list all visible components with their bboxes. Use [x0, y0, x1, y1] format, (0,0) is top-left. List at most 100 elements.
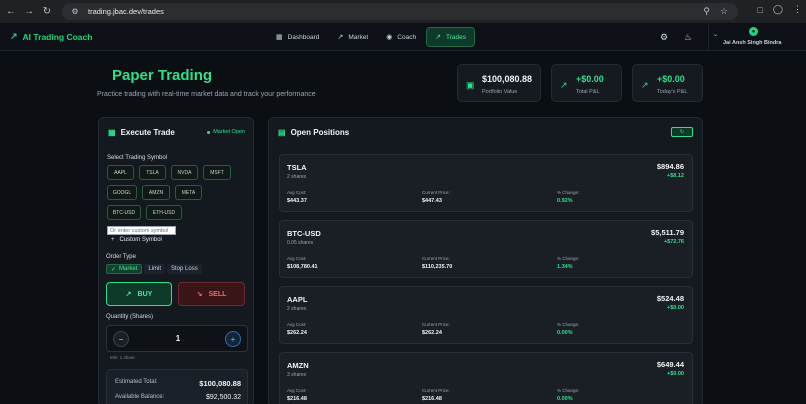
available-balance-row: Available Balance: $92,500.32 — [115, 394, 241, 401]
percent-change-label: % Change: — [557, 190, 580, 195]
nav-market[interactable]: ↗ Market — [329, 27, 376, 47]
profile-icon[interactable]: ◯ — [773, 4, 783, 15]
select-symbol-label: Select Trading Symbol — [107, 155, 168, 161]
custom-symbol-input[interactable]: Or enter custom symbol — [107, 226, 176, 235]
estimated-total-value: $100,080.88 — [199, 379, 241, 388]
symbol-chip[interactable]: META — [175, 185, 202, 200]
brand-logo[interactable]: ↗ AI Trading Coach — [10, 31, 92, 42]
position-pnl: +$8.12 — [667, 173, 684, 179]
execute-trade-panel: ▦ Execute Trade Market Open Select Tradi… — [98, 117, 254, 404]
increment-button[interactable]: + — [225, 331, 241, 347]
nav-dashboard[interactable]: ▦ Dashboard — [268, 27, 327, 47]
symbol-chip[interactable]: AMZN — [142, 185, 170, 200]
percent-change: % Change: 0.00% — [557, 388, 579, 402]
symbol-chip[interactable]: AAPL — [107, 165, 134, 180]
position-card[interactable]: TSLA 2 shares $894.86 +$8.12 Avg Cost: $4… — [279, 154, 693, 212]
position-pnl: +$0.00 — [667, 371, 684, 377]
browser-chrome: ← → ↻ ⚙ trading.jbac.dev/trades ⚲ ☆ □ ◯ … — [0, 0, 806, 23]
custom-symbol-label: Custom Symbol — [119, 237, 162, 243]
current-price-value: $262.24 — [422, 330, 442, 336]
percent-change: % Change: 0.00% — [557, 322, 579, 336]
position-card[interactable]: AMZN 3 shares $649.44 +$0.00 Avg Cost: $2… — [279, 352, 693, 404]
position-symbol: AAPL — [287, 295, 308, 304]
extensions-icon[interactable]: □ — [757, 5, 762, 15]
buy-label: BUY — [137, 290, 153, 298]
order-type-stop-loss[interactable]: Stop Loss — [167, 264, 202, 274]
open-positions-title: Open Positions — [290, 128, 350, 137]
avg-cost-value: $443.37 — [287, 198, 307, 204]
avg-cost-label: Avg Cost: — [287, 388, 307, 393]
quantity-hint: Min: 1 share — [110, 355, 135, 360]
user-menu[interactable]: ⌄ ● Jai Ansh Singh Bindra — [708, 23, 806, 51]
avg-cost-value: $262.24 — [287, 330, 307, 336]
stat-value: +$0.00 — [657, 74, 685, 84]
current-price-label: Current Price: — [422, 388, 450, 393]
brand-name: AI Trading Coach — [22, 31, 93, 42]
position-value: $524.48 — [656, 294, 684, 303]
trade-icon: ▦ — [108, 128, 116, 137]
nav-trades-label: Trades — [445, 33, 466, 41]
order-type-label: Order Type — [106, 254, 136, 260]
nav-coach[interactable]: ◉ Coach — [378, 27, 424, 47]
bookmark-star-icon[interactable]: ☆ — [720, 6, 728, 17]
position-shares: 2 shares — [287, 306, 307, 312]
market-status-text: Market Open — [213, 129, 245, 135]
order-type-limit[interactable]: Limit — [144, 264, 166, 274]
top-nav: ▦ Dashboard ↗ Market ◉ Coach ↗ Trades — [268, 27, 475, 47]
refresh-button[interactable]: ↻ — [671, 127, 693, 137]
estimated-total-label: Estimated Total: — [115, 379, 158, 385]
stat-label: Total P&L — [576, 89, 600, 95]
open-positions-panel: ▤ Open Positions ↻ TSLA 2 shares $894.86… — [268, 117, 703, 404]
check-icon: ✓ — [111, 266, 117, 273]
reload-icon[interactable]: ↻ — [40, 5, 54, 19]
stat-value: $100,080.88 — [482, 74, 533, 84]
position-card[interactable]: AAPL 2 shares $524.48 +$0.00 Avg Cost: $2… — [279, 286, 693, 344]
symbol-chip[interactable]: NVDA — [171, 165, 198, 180]
nav-market-label: Market — [348, 33, 369, 41]
symbol-chip[interactable]: TSLA — [139, 165, 166, 180]
symbol-chip[interactable]: BTC-USD — [107, 205, 141, 220]
symbol-chip[interactable]: GOOGL — [107, 185, 137, 200]
avg-cost-label: Avg Cost: — [287, 190, 307, 195]
trend-down-icon: ↘ — [196, 291, 203, 298]
address-bar[interactable]: ⚙ trading.jbac.dev/trades — [62, 3, 738, 20]
position-shares: 0.05 shares — [287, 240, 314, 246]
sell-button[interactable]: ↘ SELL — [178, 282, 245, 306]
percent-change: % Change: 1.34% — [557, 256, 579, 270]
trend-up-icon: ↗ — [641, 80, 649, 90]
position-symbol: BTC-USD — [287, 229, 321, 238]
stat-today-pnl: ↗ +$0.00 Today's P&L — [632, 64, 703, 102]
position-value: $649.44 — [656, 360, 684, 369]
trend-logo-icon: ↗ — [10, 31, 18, 41]
percent-change-value: 0.00% — [557, 396, 573, 402]
site-settings-icon[interactable]: ⚙ — [70, 7, 80, 17]
trend-icon: ↗ — [435, 34, 441, 41]
symbol-chip[interactable]: MSFT — [203, 165, 231, 180]
position-shares: 3 shares — [287, 372, 307, 378]
pin-icon: ◉ — [386, 34, 393, 41]
available-balance-value: $92,500.32 — [205, 394, 241, 401]
forward-icon[interactable]: → — [22, 5, 36, 19]
nav-coach-label: Coach — [397, 33, 417, 41]
percent-change-label: % Change: — [557, 322, 580, 327]
nav-trades[interactable]: ↗ Trades — [426, 27, 475, 47]
position-symbol: TSLA — [287, 163, 307, 172]
avg-cost: Avg Cost: $216.48 — [287, 388, 307, 402]
custom-symbol-button[interactable]: + Custom Symbol — [111, 237, 162, 243]
open-positions-header: ▤ Open Positions — [278, 128, 349, 137]
current-price-value: $216.48 — [422, 396, 442, 402]
bell-icon[interactable]: ♨ — [676, 32, 700, 43]
back-icon[interactable]: ← — [4, 5, 18, 19]
menu-dots-icon[interactable]: ⋮ — [793, 4, 802, 15]
symbol-chip[interactable]: ETH-USD — [146, 205, 182, 220]
order-type-market[interactable]: ✓ Market — [106, 264, 143, 274]
buy-button[interactable]: ↗ BUY — [106, 282, 172, 306]
page-subtitle: Practice trading with real-time market d… — [97, 91, 316, 98]
current-price: Current Price: $447.43 — [422, 190, 450, 204]
position-card[interactable]: BTC-USD 0.05 shares $5,511.79 +$72.76 Av… — [279, 220, 693, 278]
settings-icon[interactable]: ⚙ — [652, 32, 676, 43]
position-value: $894.86 — [656, 162, 684, 171]
execute-trade-title: Execute Trade — [120, 128, 175, 137]
estimated-total-row: Estimated Total: $100,080.88 — [115, 379, 241, 388]
zoom-icon[interactable]: ⚲ — [703, 6, 710, 17]
